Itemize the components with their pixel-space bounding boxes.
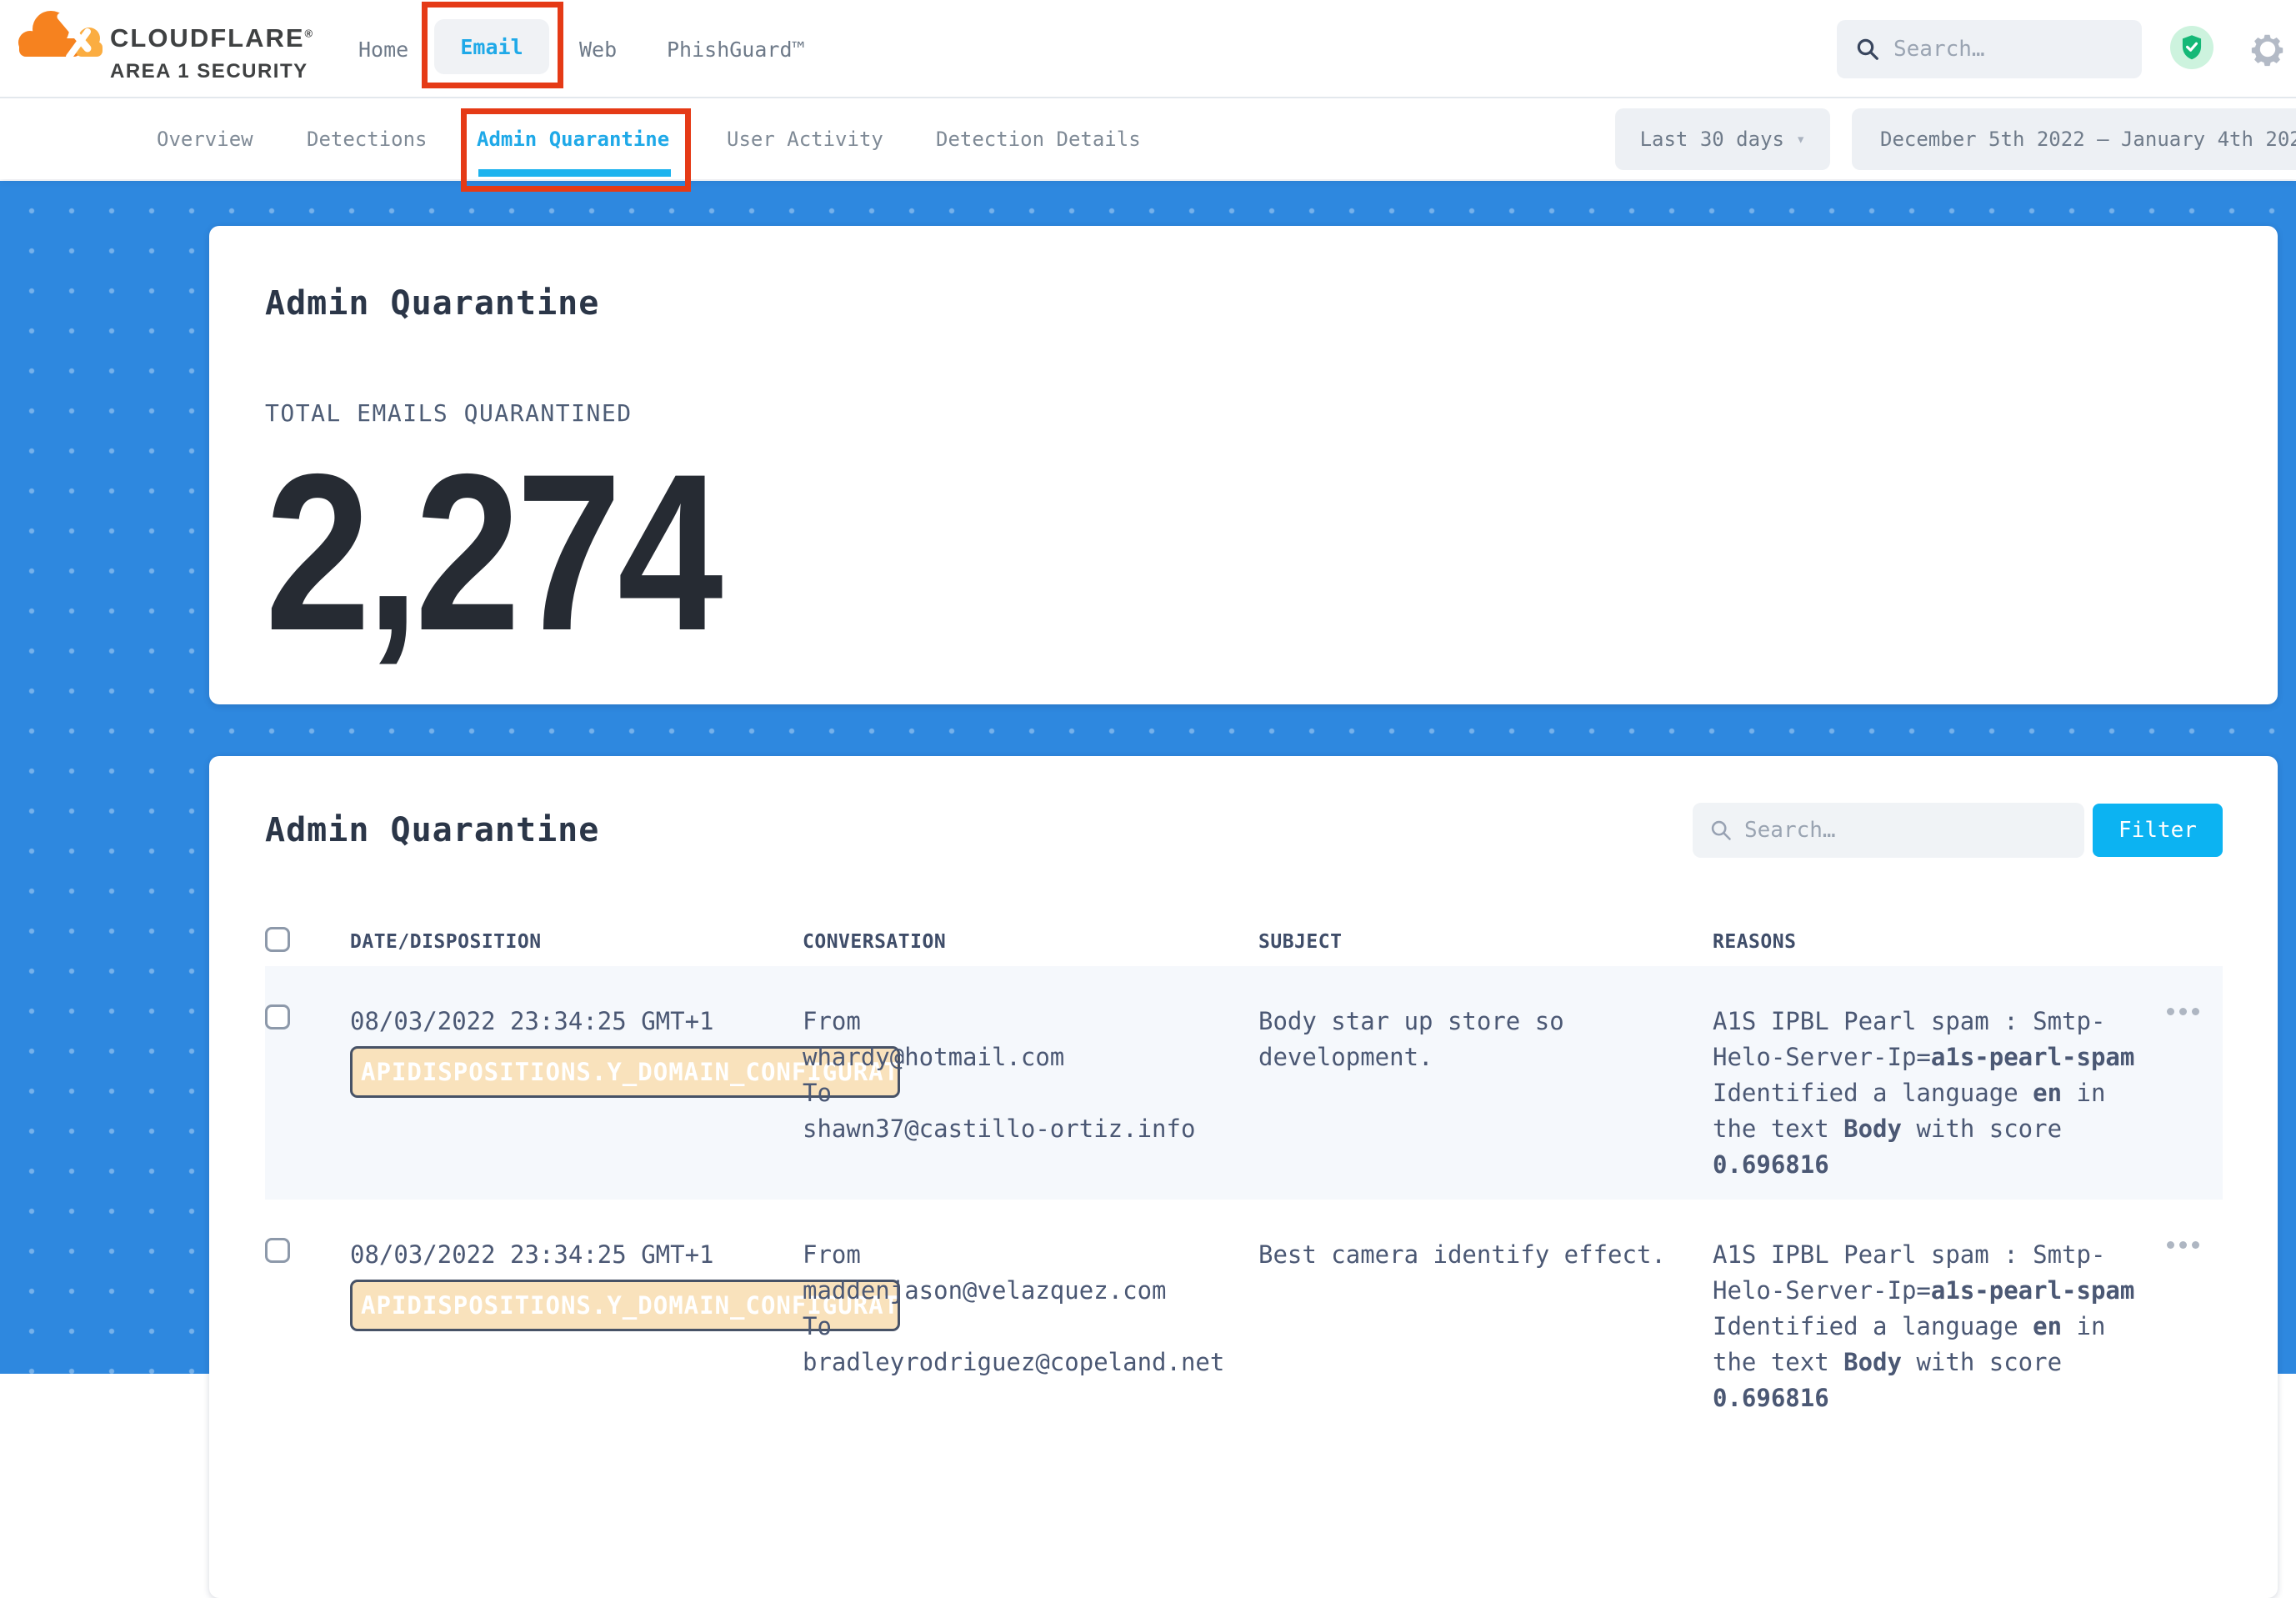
- conversation-to-label: To: [803, 1075, 1250, 1111]
- column-header-date: DATE/DISPOSITION: [350, 931, 803, 953]
- row-subject: Best camera identify effect.: [1258, 1200, 1713, 1433]
- column-header-subject: SUBJECT: [1258, 931, 1713, 953]
- row-actions-ellipsis-icon[interactable]: [2167, 1008, 2199, 1015]
- cloudflare-cloud-icon: [14, 7, 108, 60]
- conversation-from-address: whardy@hotmail.com: [803, 1039, 1250, 1075]
- row-checkbox[interactable]: [265, 1004, 290, 1029]
- tab-detections[interactable]: Detections: [307, 98, 428, 179]
- table-row: 08/03/2022 23:34:25 GMT+1 APIDISPOSITION…: [265, 966, 2223, 1200]
- nav-item-email[interactable]: Email: [434, 19, 549, 74]
- table-header-row: DATE/DISPOSITION CONVERSATION SUBJECT RE…: [265, 918, 2223, 966]
- app-header: CLOUDFLARE® AREA 1 SECURITY Home Email W…: [0, 0, 2296, 98]
- registered-mark: ®: [305, 28, 315, 40]
- brand-name: CLOUDFLARE®: [110, 23, 314, 53]
- table-search-input[interactable]: [1744, 818, 2028, 843]
- security-status-badge[interactable]: [2170, 26, 2213, 69]
- period-selector[interactable]: Last 30 days ▾: [1615, 108, 1830, 170]
- conversation-from-label: From: [803, 1004, 1250, 1039]
- filter-button[interactable]: Filter: [2093, 804, 2223, 857]
- conversation-to-address: shawn37@castillo-ortiz.info: [803, 1111, 1250, 1147]
- row-subject: Body star up store so development.: [1258, 966, 1713, 1200]
- column-header-reasons: REASONS: [1713, 931, 2167, 953]
- shield-check-icon: [2179, 34, 2204, 61]
- tab-detection-details[interactable]: Detection Details: [936, 98, 1141, 179]
- tab-overview[interactable]: Overview: [157, 98, 253, 179]
- conversation-from-address: maddenjason@velazquez.com: [803, 1273, 1250, 1309]
- conversation-to-label: To: [803, 1309, 1250, 1345]
- quarantine-table-card: Admin Quarantine Filter DATE/DISPOSITION…: [209, 756, 2278, 1598]
- search-icon: [1709, 819, 1733, 842]
- row-date: 08/03/2022 23:34:25 GMT+1: [350, 1237, 803, 1273]
- conversation-from-label: From: [803, 1237, 1250, 1273]
- brand-subtitle: AREA 1 SECURITY: [110, 60, 314, 83]
- period-selector-label: Last 30 days: [1640, 128, 1784, 151]
- row-reasons: A1S IPBL Pearl spam : Smtp-Helo-Server-I…: [1713, 1200, 2167, 1433]
- quarantine-summary-card: Admin Quarantine TOTAL EMAILS QUARANTINE…: [209, 226, 2278, 704]
- cloudflare-logo[interactable]: CLOUDFLARE® AREA 1 SECURITY: [14, 5, 381, 93]
- search-icon: [1855, 37, 1880, 62]
- total-quarantined-value: 2,274: [265, 440, 1929, 664]
- brand-text: CLOUDFLARE® AREA 1 SECURITY: [110, 23, 314, 83]
- chevron-down-icon: ▾: [1796, 130, 1805, 148]
- date-range-display[interactable]: December 5th 2022 — January 4th 2023: [1852, 108, 2296, 170]
- nav-item-home[interactable]: Home: [358, 0, 408, 98]
- table-row: 08/03/2022 23:34:25 GMT+1 APIDISPOSITION…: [265, 1200, 2223, 1433]
- nav-item-phishguard[interactable]: PhishGuard™: [667, 0, 805, 98]
- tab-admin-quarantine[interactable]: Admin Quarantine: [477, 98, 669, 179]
- global-search-input[interactable]: [1893, 37, 2118, 62]
- total-quarantined-label: TOTAL EMAILS QUARANTINED: [265, 399, 2223, 427]
- conversation-to-address: bradleyrodriguez@copeland.net: [803, 1345, 1250, 1380]
- global-search[interactable]: [1837, 20, 2142, 78]
- table-card-title: Admin Quarantine: [265, 811, 1693, 849]
- tab-user-activity[interactable]: User Activity: [727, 98, 883, 179]
- row-conversation: From whardy@hotmail.com To shawn37@casti…: [803, 966, 1258, 1200]
- row-checkbox[interactable]: [265, 1238, 290, 1263]
- row-date: 08/03/2022 23:34:25 GMT+1: [350, 1004, 803, 1039]
- email-subnav: Overview Detections Admin Quarantine Use…: [0, 98, 2296, 179]
- row-reasons: A1S IPBL Pearl spam : Smtp-Helo-Server-I…: [1713, 966, 2167, 1200]
- column-header-conversation: CONVERSATION: [803, 931, 1258, 953]
- select-all-checkbox[interactable]: [265, 927, 290, 952]
- table-search[interactable]: [1693, 803, 2084, 858]
- row-actions-ellipsis-icon[interactable]: [2167, 1241, 2199, 1249]
- summary-card-title: Admin Quarantine: [265, 284, 2223, 323]
- gear-icon[interactable]: [2248, 30, 2287, 68]
- row-conversation: From maddenjason@velazquez.com To bradle…: [803, 1200, 1258, 1433]
- nav-item-web[interactable]: Web: [579, 0, 617, 98]
- date-range-text: December 5th 2022 — January 4th 2023: [1880, 128, 2296, 151]
- page-background: Admin Quarantine TOTAL EMAILS QUARANTINE…: [0, 181, 2296, 1374]
